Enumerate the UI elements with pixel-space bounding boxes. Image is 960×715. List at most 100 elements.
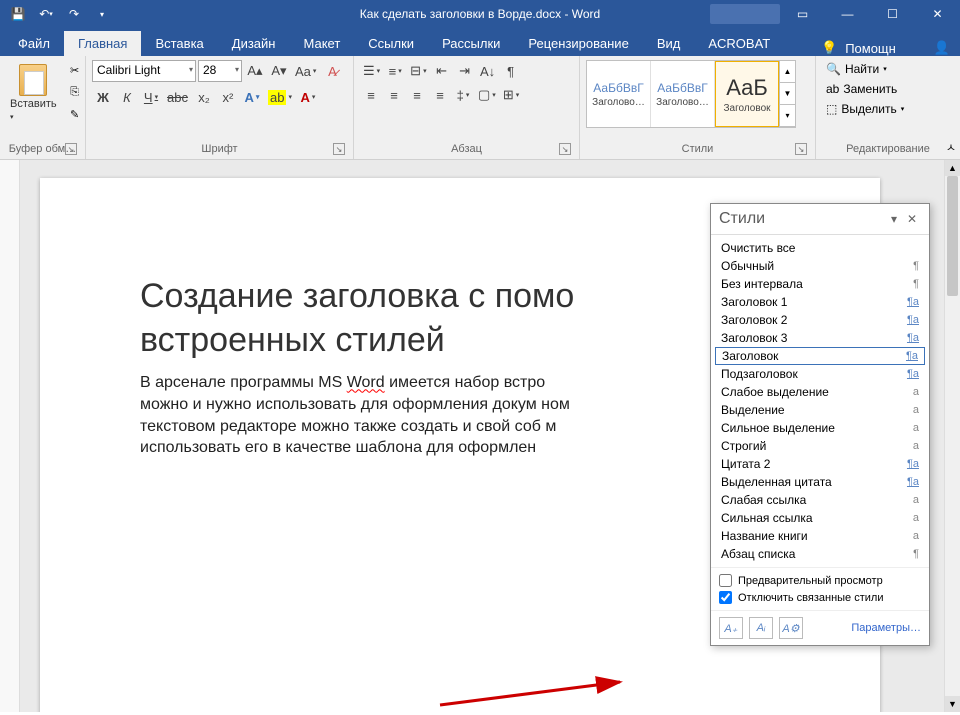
font-size-combo[interactable]: 28▾ bbox=[198, 60, 242, 82]
disable-linked-checkbox[interactable]: Отключить связанные стили bbox=[719, 591, 921, 604]
style-list-item[interactable]: Сильная ссылкаa bbox=[711, 509, 929, 527]
style-heading2[interactable]: АаБбВвГ Заголово… bbox=[587, 61, 651, 127]
style-list-item[interactable]: Заголовок 3¶a bbox=[711, 329, 929, 347]
font-name-combo[interactable]: Calibri Light▾ bbox=[92, 60, 196, 82]
style-list-item[interactable]: Слабая ссылкаa bbox=[711, 491, 929, 509]
show-marks-icon[interactable]: ¶ bbox=[500, 60, 522, 82]
tab-file[interactable]: Файл bbox=[4, 31, 64, 56]
select-button[interactable]: ⬚Выделить▾ bbox=[822, 100, 908, 118]
style-list-item[interactable]: Цитата 2¶a bbox=[711, 455, 929, 473]
save-icon[interactable]: 💾 bbox=[6, 2, 30, 26]
styles-params-link[interactable]: Параметры… bbox=[851, 622, 921, 634]
document-paragraph: В арсенале программы MS Word имеется наб… bbox=[140, 372, 760, 458]
paste-button[interactable]: Вставить ▾ bbox=[6, 60, 61, 126]
replace-button[interactable]: abЗаменить bbox=[822, 80, 908, 98]
manage-styles-button[interactable]: A⚙ bbox=[779, 617, 803, 639]
style-list-item[interactable]: Выделенная цитата¶a bbox=[711, 473, 929, 491]
tab-home[interactable]: Главная bbox=[64, 31, 141, 56]
line-spacing-icon[interactable]: ‡▾ bbox=[452, 84, 474, 106]
style-list-item[interactable]: Заголовок 2¶a bbox=[711, 311, 929, 329]
cut-icon[interactable]: ✂ bbox=[65, 60, 85, 80]
minimize-icon[interactable]: — bbox=[825, 0, 870, 28]
share-icon[interactable]: 👤 bbox=[934, 40, 950, 56]
shrink-font-icon[interactable]: A▾ bbox=[268, 60, 290, 82]
redo-icon[interactable]: ↷ bbox=[62, 2, 86, 26]
font-launcher-icon[interactable]: ↘ bbox=[333, 143, 345, 155]
sort-icon[interactable]: A↓ bbox=[477, 60, 499, 82]
highlight-button[interactable]: ab▾ bbox=[265, 86, 295, 108]
qat-customize-icon[interactable]: ▾ bbox=[90, 2, 114, 26]
justify-icon[interactable]: ≡ bbox=[429, 84, 451, 106]
style-list-item[interactable]: Очистить все bbox=[711, 239, 929, 257]
shading-icon[interactable]: ▢▾ bbox=[475, 84, 499, 106]
style-list-item[interactable]: Название книгиa bbox=[711, 527, 929, 545]
strike-button[interactable]: abc bbox=[164, 86, 191, 108]
tab-references[interactable]: Ссылки bbox=[354, 31, 428, 56]
styles-pane-options-icon[interactable]: ▾ bbox=[885, 212, 903, 226]
gallery-up-icon[interactable]: ▲ bbox=[780, 61, 795, 83]
underline-button[interactable]: Ч▾ bbox=[140, 86, 162, 108]
align-right-icon[interactable]: ≡ bbox=[406, 84, 428, 106]
ribbon-display-icon[interactable]: ▭ bbox=[780, 0, 825, 28]
style-list-item[interactable]: Абзац списка¶ bbox=[711, 545, 929, 563]
tab-review[interactable]: Рецензирование bbox=[514, 31, 642, 56]
numbering-icon[interactable]: ≡▾ bbox=[384, 60, 406, 82]
style-list-item[interactable]: Обычный¶ bbox=[711, 257, 929, 275]
vertical-scrollbar[interactable]: ▲ ▼ bbox=[944, 160, 960, 712]
change-case-button[interactable]: Aa▾ bbox=[292, 60, 319, 82]
text-effects-icon[interactable]: A▾ bbox=[241, 86, 263, 108]
tab-mailings[interactable]: Рассылки bbox=[428, 31, 514, 56]
grow-font-icon[interactable]: A▴ bbox=[244, 60, 266, 82]
bullets-icon[interactable]: ☰▾ bbox=[360, 60, 383, 82]
undo-icon[interactable]: ↶▾ bbox=[34, 2, 58, 26]
tellme-input[interactable]: Помощн bbox=[845, 41, 896, 56]
find-button[interactable]: 🔍Найти▾ bbox=[822, 60, 908, 78]
close-icon[interactable]: ✕ bbox=[915, 0, 960, 28]
preview-checkbox[interactable]: Предварительный просмотр bbox=[719, 574, 921, 587]
style-list-item[interactable]: Выделениеa bbox=[711, 401, 929, 419]
style-list-item[interactable]: Сильное выделениеa bbox=[711, 419, 929, 437]
vertical-ruler[interactable] bbox=[0, 160, 20, 712]
align-center-icon[interactable]: ≡ bbox=[383, 84, 405, 106]
account-badge[interactable] bbox=[710, 4, 780, 24]
increase-indent-icon[interactable]: ⇥ bbox=[454, 60, 476, 82]
new-style-button[interactable]: A₊ bbox=[719, 617, 743, 639]
subscript-button[interactable]: x₂ bbox=[193, 86, 215, 108]
scroll-down-icon[interactable]: ▼ bbox=[945, 696, 960, 712]
gallery-down-icon[interactable]: ▼ bbox=[780, 83, 795, 105]
gallery-more-icon[interactable]: ▾ bbox=[780, 105, 795, 127]
style-list-item[interactable]: Строгийa bbox=[711, 437, 929, 455]
copy-icon[interactable]: ⎘ bbox=[65, 82, 85, 102]
style-title[interactable]: АаБ Заголовок bbox=[715, 61, 779, 127]
style-list-item[interactable]: Подзаголовок¶a bbox=[711, 365, 929, 383]
style-list-item[interactable]: Заголовок 1¶a bbox=[711, 293, 929, 311]
style-list-item[interactable]: Заголовок¶a bbox=[715, 347, 925, 365]
paragraph-launcher-icon[interactable]: ↘ bbox=[559, 143, 571, 155]
bold-button[interactable]: Ж bbox=[92, 86, 114, 108]
superscript-button[interactable]: x² bbox=[217, 86, 239, 108]
clear-format-icon[interactable]: A̷ bbox=[321, 60, 343, 82]
styles-pane-close-icon[interactable]: ✕ bbox=[903, 212, 921, 226]
style-heading3[interactable]: АаБбВвГ Заголово… bbox=[651, 61, 715, 127]
tab-design[interactable]: Дизайн bbox=[218, 31, 290, 56]
format-painter-icon[interactable]: ✎ bbox=[65, 104, 85, 124]
clipboard-launcher-icon[interactable]: ↘ bbox=[65, 143, 77, 155]
styles-launcher-icon[interactable]: ↘ bbox=[795, 143, 807, 155]
italic-button[interactable]: К bbox=[116, 86, 138, 108]
scroll-thumb[interactable] bbox=[947, 176, 958, 296]
decrease-indent-icon[interactable]: ⇤ bbox=[431, 60, 453, 82]
multilevel-icon[interactable]: ⊟▾ bbox=[407, 60, 429, 82]
borders-icon[interactable]: ⊞▾ bbox=[500, 84, 522, 106]
maximize-icon[interactable]: ☐ bbox=[870, 0, 915, 28]
font-color-button[interactable]: A▾ bbox=[297, 86, 319, 108]
align-left-icon[interactable]: ≡ bbox=[360, 84, 382, 106]
scroll-up-icon[interactable]: ▲ bbox=[945, 160, 960, 176]
style-list-item[interactable]: Без интервала¶ bbox=[711, 275, 929, 293]
collapse-ribbon-icon[interactable]: ㅅ bbox=[946, 139, 956, 155]
style-inspector-button[interactable]: Aᵢ bbox=[749, 617, 773, 639]
tab-acrobat[interactable]: ACROBAT bbox=[694, 31, 784, 56]
style-list-item[interactable]: Слабое выделениеa bbox=[711, 383, 929, 401]
tab-layout[interactable]: Макет bbox=[289, 31, 354, 56]
tab-insert[interactable]: Вставка bbox=[141, 31, 217, 56]
tab-view[interactable]: Вид bbox=[643, 31, 695, 56]
